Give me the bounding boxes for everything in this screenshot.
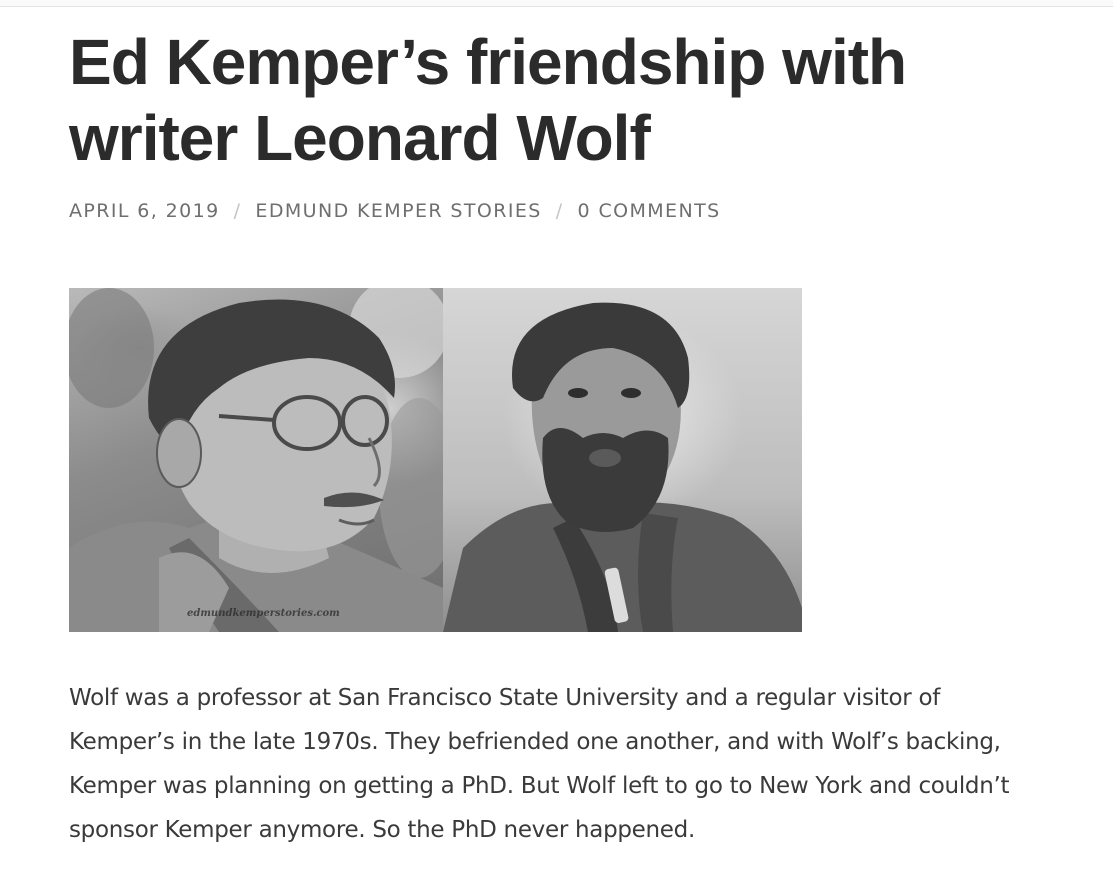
- photo-ed-kemper: edmundkemperstories.com: [69, 288, 443, 632]
- portrait-left-illustration: [69, 288, 443, 632]
- post-category-link[interactable]: EDMUND KEMPER STORIES: [255, 200, 541, 222]
- meta-separator: /: [233, 200, 242, 222]
- post-comments-link[interactable]: 0 COMMENTS: [578, 200, 721, 222]
- photo-leonard-wolf: [443, 288, 802, 632]
- post-featured-image: edmundkemperstories.com: [69, 288, 802, 632]
- post-meta: APRIL 6, 2019 / EDMUND KEMPER STORIES / 0 CO…: [69, 200, 1059, 222]
- post-title: Ed Kemper’s friendship with writer Leona…: [69, 26, 907, 174]
- post-body-paragraph: Wolf was a professor at San Francisco St…: [69, 685, 1010, 843]
- meta-separator: /: [555, 200, 564, 222]
- article-header: Ed Kemper’s friendship with writer Leona…: [69, 24, 1059, 222]
- portrait-right-illustration: [443, 302, 802, 632]
- image-watermark: edmundkemperstories.com: [187, 608, 340, 619]
- browser-top-edge: [0, 0, 1113, 7]
- post-date-link[interactable]: APRIL 6, 2019: [69, 200, 220, 222]
